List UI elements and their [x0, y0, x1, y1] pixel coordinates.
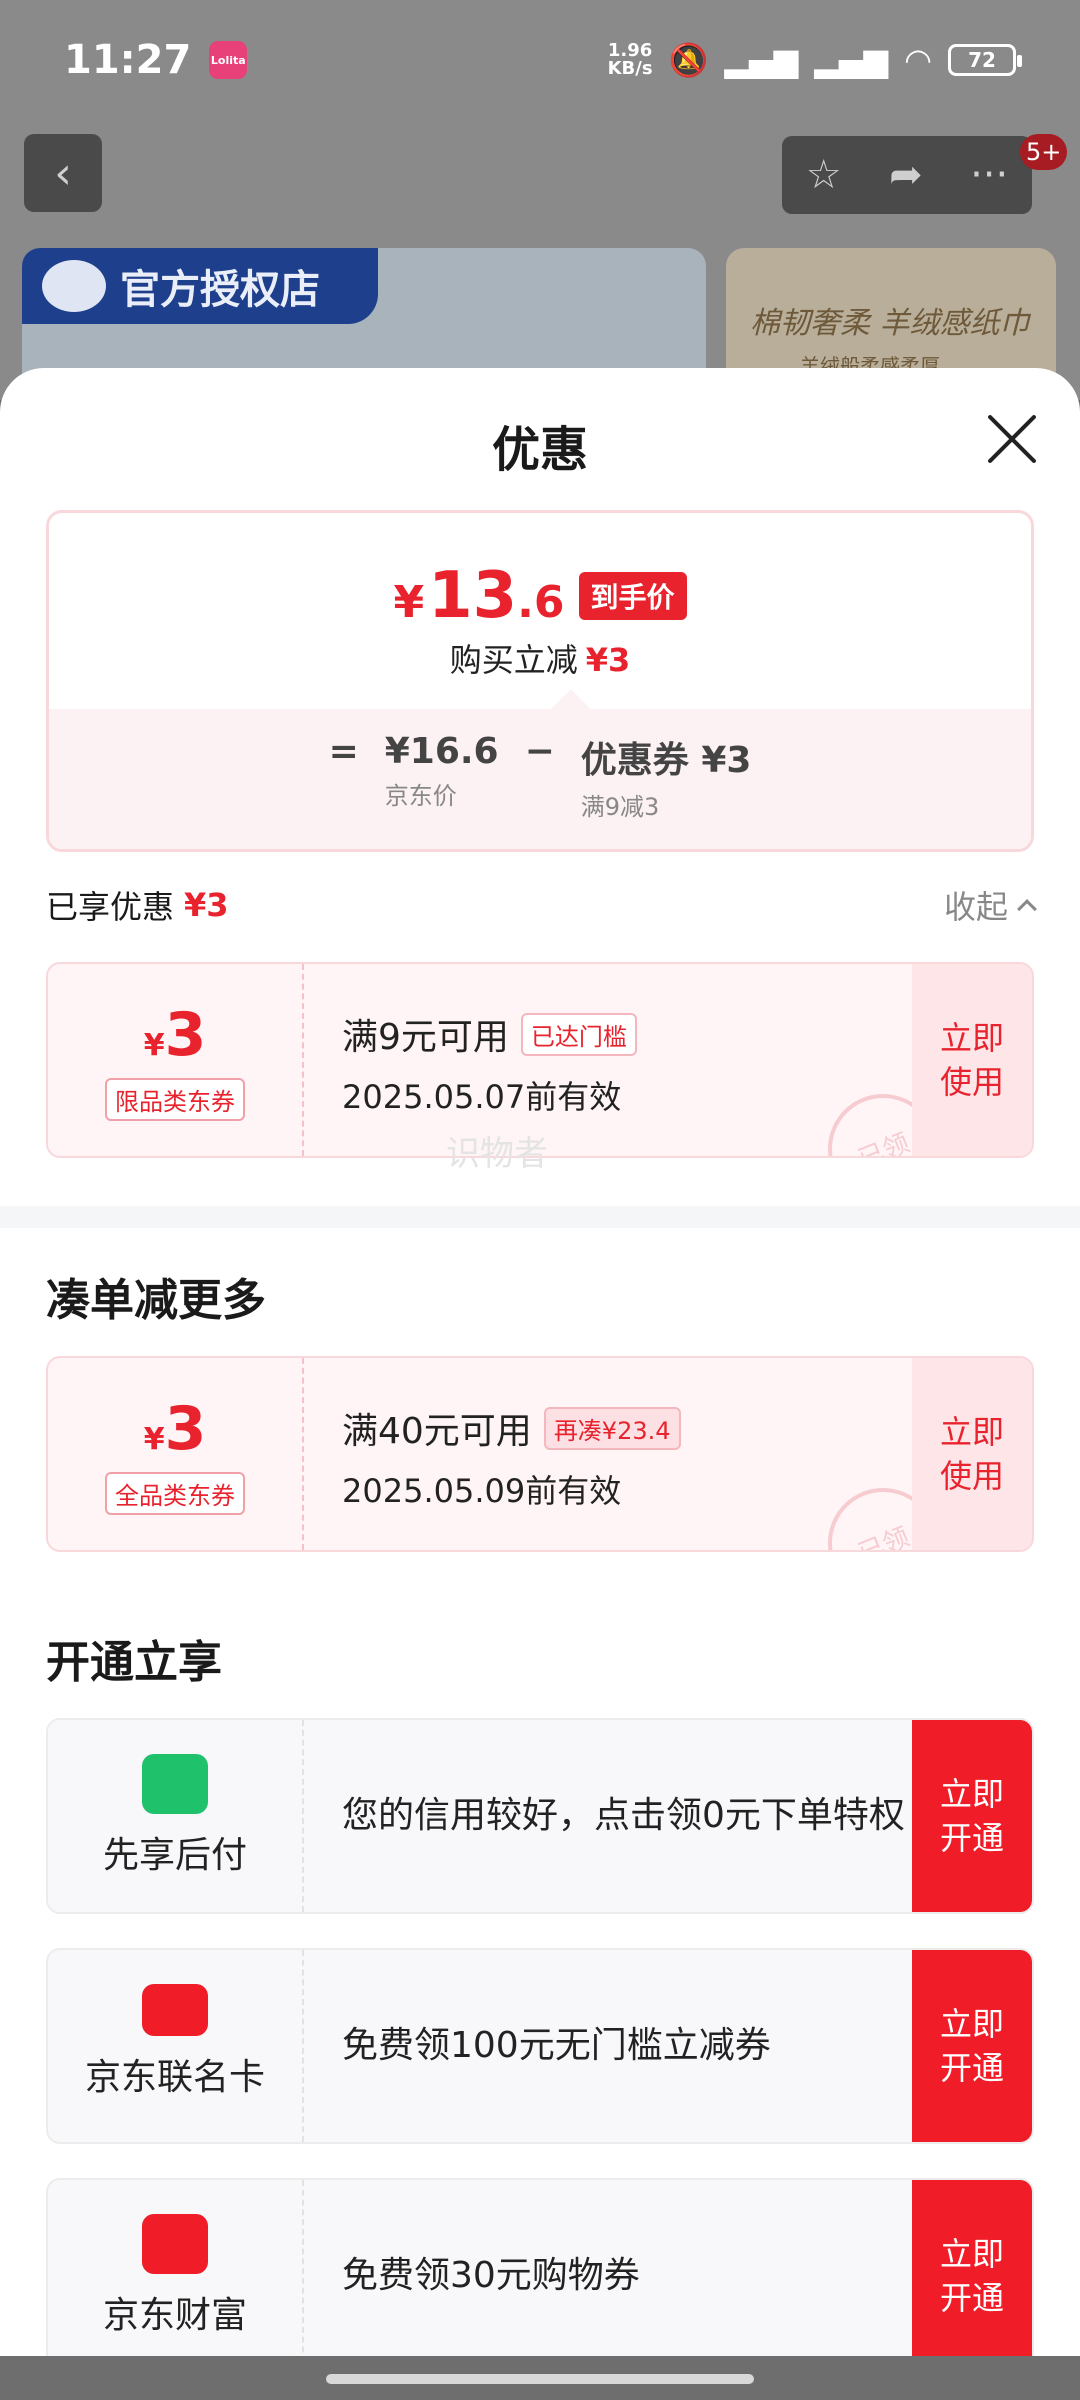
discount-sheet: 优惠 ¥ 13 .6 到手价 购买立减 ¥3 = ¥16.6 京东价 − 优惠券…: [0, 368, 1080, 2358]
coupon-flag: 再凑¥23.4: [543, 1406, 681, 1450]
enjoyed-discount-row: 已享优惠 ¥3 收起: [46, 882, 1037, 928]
wifi-icon: ◠: [904, 41, 932, 79]
mute-icon: 🔕: [668, 41, 709, 79]
share-icon[interactable]: ➦: [889, 152, 923, 198]
coupon-deduction: 优惠券 ¥3 满9减3: [580, 740, 752, 821]
collapse-button[interactable]: 收起: [944, 882, 1037, 928]
watermark: 识物者: [446, 1134, 548, 1174]
signal-2-icon: ▂▄▆: [814, 41, 889, 79]
status-bar: 11:27 Lolita 1.96 KB/s 🔕 ▂▄▆ ▂▄▆ ◠ 72: [0, 0, 1080, 120]
coupon-card: ¥3 全品类东券 满40元可用 再凑¥23.4 2025.05.09前有效 已领 …: [46, 1356, 1034, 1552]
open-item-desc: 免费领30元购物券: [342, 2255, 640, 2296]
final-price-card: ¥ 13 .6 到手价 购买立减 ¥3 = ¥16.6 京东价 − 优惠券 ¥3 …: [46, 510, 1034, 852]
open-item-card: 京东联名卡 免费领100元无门槛立减券 立即开通: [46, 1948, 1034, 2144]
open-item-brand: 京东财富: [48, 2180, 304, 2358]
coupon-info: 满40元可用 再凑¥23.4 2025.05.09前有效: [342, 1402, 681, 1512]
coupon-amount-area: ¥3 限品类东券: [48, 964, 304, 1156]
coupon-condition: 满40元可用: [342, 1411, 532, 1452]
instant-discount: 购买立减 ¥3: [449, 641, 631, 679]
price-breakdown: = ¥16.6 京东价 − 优惠券 ¥3 满9减3: [49, 709, 1031, 849]
open-now-button[interactable]: 立即开通: [912, 1950, 1032, 2142]
open-item-name: 京东财富: [102, 2295, 247, 2336]
open-item-card: 京东财富 免费领30元购物券 立即开通: [46, 2178, 1034, 2358]
coupon-type: 限品类东券: [105, 1078, 245, 1121]
wallet-icon: [142, 2214, 208, 2274]
final-price: ¥ 13 .6 到手价: [49, 559, 1031, 633]
coupon-type: 全品类东券: [105, 1472, 245, 1515]
sheet-title: 优惠: [491, 422, 588, 478]
open-section-title: 开通立享: [46, 1637, 222, 1688]
battery-icon: 72: [948, 44, 1022, 76]
open-item-name: 京东联名卡: [84, 2057, 265, 2098]
enjoyed-label: 已享优惠: [46, 888, 175, 926]
brand-logo-icon: [42, 260, 106, 312]
message-badge: 5+: [1020, 134, 1068, 170]
open-item-name: 先享后付: [102, 1835, 247, 1876]
network-speed: 1.96 KB/s: [607, 40, 653, 79]
credit-card-icon: [142, 1984, 208, 2036]
price-top: ¥ 13 .6 到手价 购买立减 ¥3: [49, 513, 1031, 709]
coupon-info: 满9元可用 已达门槛 2025.05.07前有效: [342, 1008, 637, 1118]
app-notification-icon: Lolita: [209, 41, 248, 79]
coupon-amount: ¥3: [143, 1000, 207, 1070]
more-section-title: 凑单减更多: [46, 1275, 266, 1326]
signal-icon: ▂▄▆: [724, 41, 799, 79]
open-now-button[interactable]: 立即开通: [912, 1720, 1032, 1912]
coupon-flag: 已达门槛: [520, 1012, 637, 1056]
jd-price: ¥16.6 京东价: [384, 731, 499, 810]
status-time: 11:27: [64, 37, 192, 83]
use-now-button[interactable]: 立即使用: [912, 964, 1032, 1156]
chevron-left-icon: ‹: [54, 147, 72, 199]
official-store-tag: 官方授权店: [22, 248, 378, 324]
open-item-brand: 京东联名卡: [48, 1950, 304, 2142]
price-formula: = ¥16.6 京东价 − 优惠券 ¥3 满9减3: [328, 731, 752, 821]
open-now-button[interactable]: 立即开通: [912, 2180, 1032, 2358]
coupon-expiry: 2025.05.09前有效: [342, 1472, 622, 1510]
close-icon[interactable]: [982, 410, 1042, 470]
coupon-amount-area: ¥3 全品类东券: [48, 1358, 304, 1550]
status-right: 1.96 KB/s 🔕 ▂▄▆ ▂▄▆ ◠ 72: [607, 40, 1022, 79]
enjoyed-value: ¥3: [184, 886, 229, 924]
chevron-up-icon: [1017, 899, 1037, 919]
open-item-brand: 先享后付: [48, 1720, 304, 1912]
open-item-card: 先享后付 您的信用较好，点击领0元下单特权 立即开通: [46, 1718, 1034, 1914]
section-divider: [0, 1206, 1080, 1228]
back-button[interactable]: ‹: [24, 134, 102, 212]
top-actions: ☆ ➦ ···: [782, 136, 1032, 214]
favorite-star-icon[interactable]: ☆: [806, 152, 842, 198]
open-item-desc: 免费领100元无门槛立减券: [342, 2025, 771, 2066]
more-icon[interactable]: ···: [970, 152, 1008, 198]
final-price-tag: 到手价: [578, 572, 687, 620]
coupon-condition: 满9元可用: [342, 1017, 509, 1058]
coupon-amount: ¥3: [143, 1394, 207, 1464]
coupon-expiry: 2025.05.07前有效: [342, 1078, 622, 1116]
shopping-bag-icon: [142, 1754, 208, 1814]
banner-right-title: 棉韧奢柔 羊绒感纸巾: [750, 306, 1030, 341]
use-now-button[interactable]: 立即使用: [912, 1358, 1032, 1550]
home-gesture-handle[interactable]: [326, 2374, 754, 2384]
open-item-desc: 您的信用较好，点击领0元下单特权: [342, 1795, 905, 1836]
